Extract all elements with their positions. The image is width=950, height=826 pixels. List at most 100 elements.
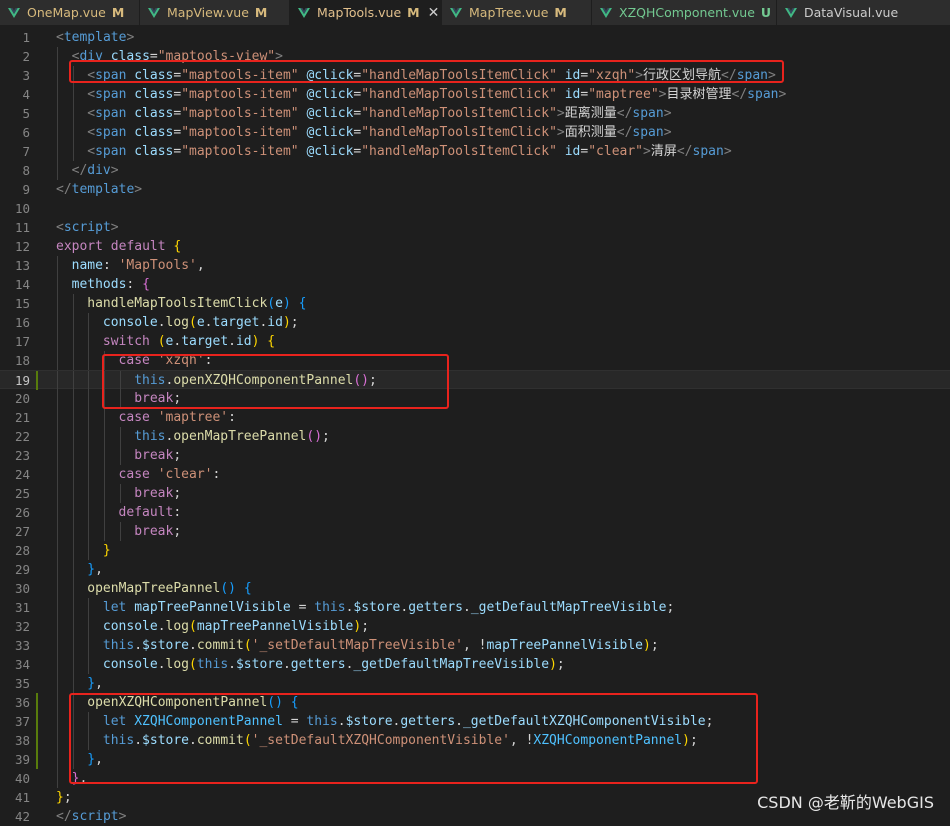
code-token: <: [87, 144, 96, 159]
code-text: case 'xzqh':: [119, 351, 213, 370]
code-text: let XZQHComponentPannel = this.$store.ge…: [103, 712, 714, 731]
tab-onemap-vue[interactable]: OneMap.vue M: [0, 0, 140, 25]
code-line[interactable]: 17 switch (e.target.id) {: [0, 332, 950, 351]
code-line[interactable]: 39},: [0, 750, 950, 769]
code-line[interactable]: 37 let XZQHComponentPannel = this.$store.…: [0, 712, 950, 731]
gutter-modified-marker: [36, 750, 38, 769]
code-line[interactable]: 13 name: 'MapTools',: [0, 256, 950, 275]
code-line[interactable]: 1 <template>: [0, 28, 950, 47]
code-line[interactable]: 22 this.openMapTreePannel();: [0, 427, 950, 446]
code-line[interactable]: 9 </template>: [0, 180, 950, 199]
code-line[interactable]: 27 break;: [0, 522, 950, 541]
code-token: e: [196, 315, 205, 330]
code-line[interactable]: 36 openXZQHComponentPannel() {: [0, 693, 950, 712]
code-line[interactable]: 16 console.log(e.target.id);: [0, 313, 950, 332]
code-token: .: [228, 334, 236, 349]
code-line[interactable]: 34 console.log(this.$store.getters._getDe…: [0, 655, 950, 674]
tab-maptools-vue[interactable]: MapTools.vue M ✕: [290, 0, 442, 25]
code-line[interactable]: 30 openMapTreePannel() {: [0, 579, 950, 598]
tab-maptree-vue[interactable]: MapTree.vue M: [442, 0, 592, 25]
code-text: },: [87, 750, 103, 769]
code-token: ): [549, 657, 557, 672]
code-token: >: [556, 125, 565, 140]
indent-guide: [103, 427, 105, 446]
code-line[interactable]: 11 <script>: [0, 218, 950, 237]
code-token: id: [267, 315, 283, 330]
code-line[interactable]: 26 default:: [0, 503, 950, 522]
indent-guide: [72, 408, 74, 427]
indent-guide: [72, 123, 74, 142]
code-token: >: [778, 87, 787, 102]
code-line[interactable]: 15 handleMapToolsItemClick(e) {: [0, 294, 950, 313]
code-token: openMapTreePannel: [173, 429, 307, 444]
code-line[interactable]: 40},: [0, 769, 950, 788]
line-number: 41: [14, 790, 30, 805]
code-line[interactable]: 35},: [0, 674, 950, 693]
code-editor[interactable]: 1 <template> 2 <div class="maptools-view"> 3…: [0, 25, 950, 824]
git-status-badge: M: [554, 5, 567, 20]
code-token: $store: [345, 714, 393, 729]
code-token: {: [267, 334, 276, 349]
indent-guide: [72, 617, 74, 636]
code-line[interactable]: 5 <span class="maptools-item" @click="han…: [0, 104, 950, 123]
code-line[interactable]: 31 let mapTreePannelVisible = this.$store…: [0, 598, 950, 617]
code-line[interactable]: 21 case 'maptree':: [0, 408, 950, 427]
code-line[interactable]: 4 <span class="maptools-item" @click="han…: [0, 85, 950, 104]
code-line[interactable]: 7 <span class="maptools-item" @click="han…: [0, 142, 950, 161]
tab-datavisual-vue[interactable]: DataVisual.vue: [777, 0, 950, 25]
code-token: $store: [353, 600, 401, 615]
line-number: 27: [14, 524, 30, 539]
tab-xzqhcomponent-vue[interactable]: XZQHComponent.vue U: [592, 0, 777, 25]
tab-mapview-vue[interactable]: MapView.vue M: [140, 0, 290, 25]
indent-guide: [72, 427, 74, 446]
line-number: 42: [14, 809, 30, 824]
code-line[interactable]: 38 this.$store.commit('_setDefaultXZQHCom…: [0, 731, 950, 750]
code-line[interactable]: 24 case 'clear':: [0, 465, 950, 484]
line-number: 28: [14, 543, 30, 558]
code-token: "maptools-item": [181, 106, 299, 121]
indent-guide: [57, 161, 58, 180]
code-token: 清屏: [650, 144, 677, 159]
code-line[interactable]: 6 <span class="maptools-item" @click="han…: [0, 123, 950, 142]
code-token: class: [134, 125, 174, 140]
code-line[interactable]: 23 break;: [0, 446, 950, 465]
line-number: 26: [14, 505, 30, 520]
code-line[interactable]: 2 <div class="maptools-view">: [0, 47, 950, 66]
code-line[interactable]: 32 console.log(mapTreePannelVisible);: [0, 617, 950, 636]
code-line[interactable]: 18 case 'xzqh':: [0, 351, 950, 370]
indent-guide: [119, 389, 121, 408]
code-line[interactable]: 12 export default {: [0, 237, 950, 256]
code-line[interactable]: 8 </div>: [0, 161, 950, 180]
code-text: <span class="maptools-item" @click="hand…: [87, 104, 671, 123]
code-line[interactable]: 29},: [0, 560, 950, 579]
indent-guide: [88, 598, 90, 617]
indent-guide: [57, 389, 58, 408]
indent-guide: [88, 371, 90, 390]
line-number: 9: [22, 182, 30, 197]
code-text: methods: {: [72, 275, 150, 294]
code-token: :: [102, 258, 119, 273]
code-token: methods: [71, 277, 127, 292]
indent-guide: [88, 389, 90, 408]
indent-guide: [57, 371, 58, 390]
line-number: 16: [14, 315, 30, 330]
code-line[interactable]: 20 break;: [0, 389, 950, 408]
code-token: ;: [173, 486, 182, 501]
code-line[interactable]: 19 this.openXZQHComponentPannel();: [0, 370, 950, 390]
code-token: @click: [306, 68, 354, 83]
close-tab-icon[interactable]: ✕: [428, 5, 440, 21]
code-text: case 'maptree':: [119, 408, 236, 427]
indent-guide: [57, 484, 58, 503]
code-token: ;: [361, 619, 370, 634]
code-line[interactable]: 14 methods: {: [0, 275, 950, 294]
code-text: break;: [134, 446, 181, 465]
code-line[interactable]: 28}: [0, 541, 950, 560]
code-token: ;: [689, 733, 698, 748]
code-line[interactable]: 10: [0, 199, 950, 218]
code-line[interactable]: 3 <span class="maptools-item" @click="han…: [0, 66, 950, 85]
code-token: </: [676, 144, 693, 159]
code-line[interactable]: 33 this.$store.commit('_setDefaultMapTree…: [0, 636, 950, 655]
code-line[interactable]: 25 break;: [0, 484, 950, 503]
